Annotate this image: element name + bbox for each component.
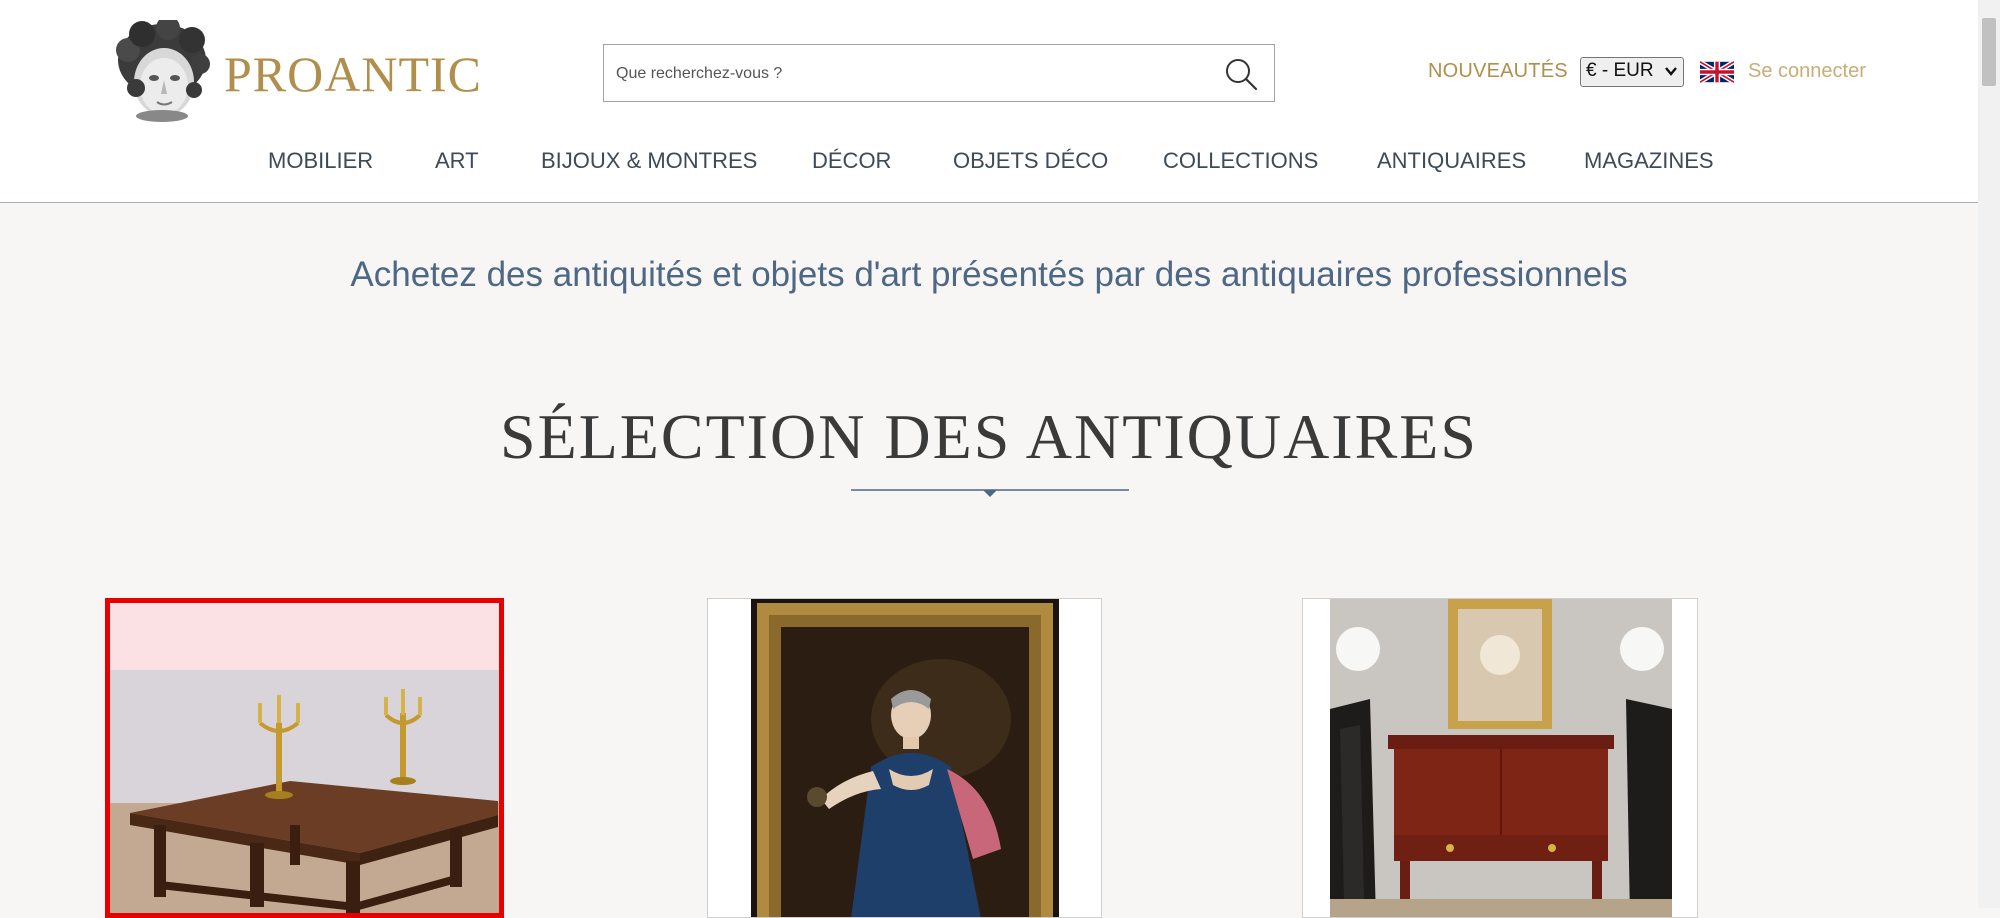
site-tagline: Achetez des antiquités et objets d'art p…: [350, 255, 1628, 294]
nav-item-magazines[interactable]: MAGAZINES: [1584, 148, 1714, 174]
product-image-portrait-painting: [751, 599, 1059, 917]
page-scrollbar[interactable]: [1978, 0, 2000, 908]
nav-item-mobilier[interactable]: MOBILIER: [268, 148, 373, 174]
login-link[interactable]: Se connecter: [1748, 60, 1866, 83]
uk-flag-icon[interactable]: [1700, 60, 1734, 84]
scrollbar-thumb[interactable]: [1982, 18, 1996, 86]
title-divider: [851, 489, 1129, 497]
site-header: PROANTIC NOUVEAUTÉS € - EUR Se connecter…: [0, 0, 1978, 203]
search-icon[interactable]: [1224, 57, 1258, 91]
nav-item-art[interactable]: ART: [435, 148, 479, 174]
currency-value: € - EUR: [1586, 60, 1654, 81]
chevron-down-icon: [1665, 67, 1677, 76]
brand-name[interactable]: PROANTIC: [224, 44, 482, 104]
nav-item-decor[interactable]: DÉCOR: [812, 148, 891, 174]
product-card-table[interactable]: [105, 598, 504, 918]
search-input[interactable]: [614, 45, 1198, 103]
nouveautes-link[interactable]: NOUVEAUTÉS: [1428, 60, 1568, 83]
product-image-farm-table: [110, 603, 499, 913]
currency-select[interactable]: € - EUR: [1580, 57, 1684, 87]
nav-item-antiquaires[interactable]: ANTIQUAIRES: [1377, 148, 1526, 174]
product-image-mahogany-commode: [1330, 599, 1672, 917]
nav-item-objets-deco[interactable]: OBJETS DÉCO: [953, 148, 1108, 174]
section-title: SÉLECTION DES ANTIQUAIRES: [500, 401, 1478, 472]
cherub-head-logo[interactable]: [112, 20, 210, 122]
search-box: [603, 44, 1275, 103]
product-card-commode[interactable]: [1302, 598, 1698, 918]
nav-item-bijoux-montres[interactable]: BIJOUX & MONTRES: [541, 148, 757, 174]
product-card-portrait[interactable]: [707, 598, 1102, 918]
main-navigation: MOBILIER ART BIJOUX & MONTRES DÉCOR OBJE…: [0, 148, 1978, 178]
nav-item-collections[interactable]: COLLECTIONS: [1163, 148, 1318, 174]
